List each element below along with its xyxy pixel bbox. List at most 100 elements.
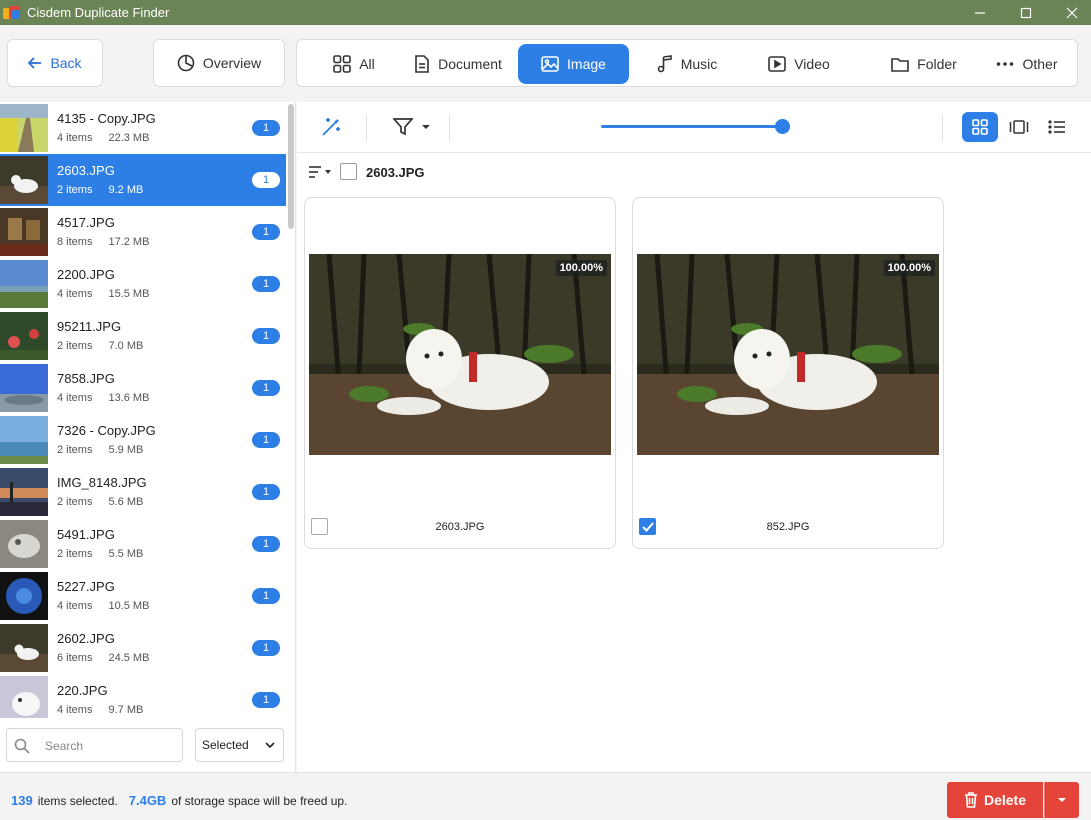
group-name: 4135 - Copy.JPG [57, 111, 156, 126]
group-list-item[interactable]: 7858.JPG 4 items 13.6 MB 1 [0, 362, 286, 414]
tab-all[interactable]: All [315, 44, 393, 84]
select-group-checkbox[interactable] [340, 163, 357, 180]
document-icon [415, 55, 429, 73]
list-view-icon [1048, 120, 1065, 134]
group-name: 95211.JPG [57, 319, 122, 334]
selected-count-badge: 1 [252, 224, 280, 240]
list-view-button[interactable] [1039, 112, 1075, 142]
selection-summary: 139 items selected. 7.4GB of storage spa… [11, 793, 347, 808]
group-name: 7858.JPG [57, 371, 115, 386]
filter-icon [393, 118, 413, 136]
card-filename: 2603.JPG [435, 521, 485, 533]
freed-size: 7.4GB [128, 793, 167, 808]
music-icon [657, 55, 672, 73]
group-list-item[interactable]: 4517.JPG 8 items 17.2 MB 1 [0, 206, 286, 258]
chevron-down-icon [265, 742, 275, 748]
tab-music[interactable]: Music [647, 44, 727, 84]
toolbar-divider [366, 114, 367, 140]
thumbnail-image [0, 312, 48, 360]
tab-folder[interactable]: Folder [874, 44, 974, 84]
filter-select[interactable]: Selected [195, 728, 284, 762]
minimize-icon [975, 11, 985, 14]
group-meta: 4 items 13.6 MB [57, 392, 150, 404]
title-bar: Cisdem Duplicate Finder [0, 0, 1091, 25]
caret-down-icon [422, 125, 430, 129]
tab-other[interactable]: Other [987, 44, 1067, 84]
group-meta: 2 items 5.5 MB [57, 548, 144, 560]
back-button[interactable]: Back [7, 39, 103, 87]
tab-image-label: Image [567, 56, 606, 72]
delete-button[interactable]: Delete [947, 782, 1043, 818]
grid-view-button[interactable] [962, 112, 998, 142]
auto-select-button[interactable] [319, 115, 343, 139]
sort-icon [309, 166, 331, 178]
maximize-button[interactable] [1003, 0, 1049, 25]
tab-video[interactable]: Video [759, 44, 839, 84]
delete-label: Delete [983, 792, 1027, 808]
close-icon [1066, 7, 1078, 18]
magic-wand-icon [322, 118, 340, 136]
trash-icon [964, 792, 977, 808]
thumbnail-image [0, 104, 48, 152]
image-card[interactable]: 100.00% 2603.JPG [304, 197, 616, 549]
minimize-button[interactable] [957, 0, 1003, 25]
group-list-item[interactable]: 4135 - Copy.JPG 4 items 22.3 MB 1 [0, 102, 286, 154]
overview-label: Overview [202, 55, 262, 71]
tab-image[interactable]: Image [518, 44, 629, 84]
selected-count-badge: 1 [252, 692, 280, 708]
thumbnail-image [0, 416, 48, 464]
group-list-item[interactable]: 2200.JPG 4 items 15.5 MB 1 [0, 258, 286, 310]
close-button[interactable] [1049, 0, 1091, 25]
thumbnail-image [0, 260, 48, 308]
caret-down-icon [1058, 798, 1066, 802]
group-meta: 4 items 15.5 MB [57, 288, 150, 300]
toolbar-divider [449, 114, 450, 140]
group-meta: 4 items 9.7 MB [57, 704, 144, 716]
group-meta: 8 items 17.2 MB [57, 236, 150, 248]
duplicate-photo[interactable]: 100.00% [637, 254, 939, 455]
search-field[interactable] [6, 728, 183, 762]
selected-count-badge: 1 [252, 120, 280, 136]
group-list-item[interactable]: 7326 - Copy.JPG 2 items 5.9 MB 1 [0, 414, 286, 466]
overview-button[interactable]: Overview [153, 39, 285, 87]
group-list-item[interactable]: IMG_8148.JPG 2 items 5.6 MB 1 [0, 466, 286, 518]
filter-button[interactable] [389, 116, 435, 138]
search-input[interactable] [45, 737, 175, 755]
search-icon [14, 738, 30, 754]
group-meta: 2 items 5.9 MB [57, 444, 144, 456]
scrollbar-thumb[interactable] [288, 104, 294, 229]
sort-button[interactable] [308, 165, 332, 182]
tab-document-label: Document [438, 56, 502, 72]
group-list-item[interactable]: 5227.JPG 4 items 10.5 MB 1 [0, 570, 286, 622]
duplicate-group-sidebar: 4135 - Copy.JPG 4 items 22.3 MB 1 2603.JP… [0, 102, 296, 772]
group-meta: 4 items 22.3 MB [57, 132, 150, 144]
group-list-item[interactable]: 220.JPG 4 items 9.7 MB 1 [0, 674, 286, 718]
thumbnail-size-slider[interactable] [601, 125, 783, 128]
image-card[interactable]: 100.00% 852.JPG [632, 197, 944, 549]
status-bar: 139 items selected. 7.4GB of storage spa… [0, 772, 1091, 820]
carousel-view-icon [1009, 120, 1029, 134]
app-logo-icon [3, 5, 21, 20]
similarity-badge: 100.00% [883, 260, 935, 276]
group-list-item[interactable]: 5491.JPG 2 items 5.5 MB 1 [0, 518, 286, 570]
group-name: 4517.JPG [57, 215, 115, 230]
compare-view-button[interactable] [1001, 112, 1037, 142]
group-meta: 2 items 7.0 MB [57, 340, 144, 352]
group-list-item[interactable]: 2602.JPG 6 items 24.5 MB 1 [0, 622, 286, 674]
delete-options-button[interactable] [1044, 782, 1079, 818]
toolbar-divider [942, 114, 943, 140]
group-name: 5227.JPG [57, 579, 115, 594]
slider-handle[interactable] [775, 119, 790, 134]
selected-count-badge: 1 [252, 380, 280, 396]
duplicate-photo[interactable]: 100.00% [309, 254, 611, 455]
thumbnail-image [0, 676, 48, 718]
card-filename: 852.JPG [766, 521, 810, 533]
thumbnail-image [0, 156, 48, 204]
group-list-item[interactable]: 2603.JPG 2 items 9.2 MB 1 [0, 154, 286, 206]
group-name: 5491.JPG [57, 527, 115, 542]
sidebar-scrollbar[interactable] [288, 102, 294, 718]
selected-label: items selected. [37, 794, 118, 808]
tab-document[interactable]: Document [402, 44, 514, 84]
group-name: 7326 - Copy.JPG [57, 423, 156, 438]
group-list-item[interactable]: 95211.JPG 2 items 7.0 MB 1 [0, 310, 286, 362]
